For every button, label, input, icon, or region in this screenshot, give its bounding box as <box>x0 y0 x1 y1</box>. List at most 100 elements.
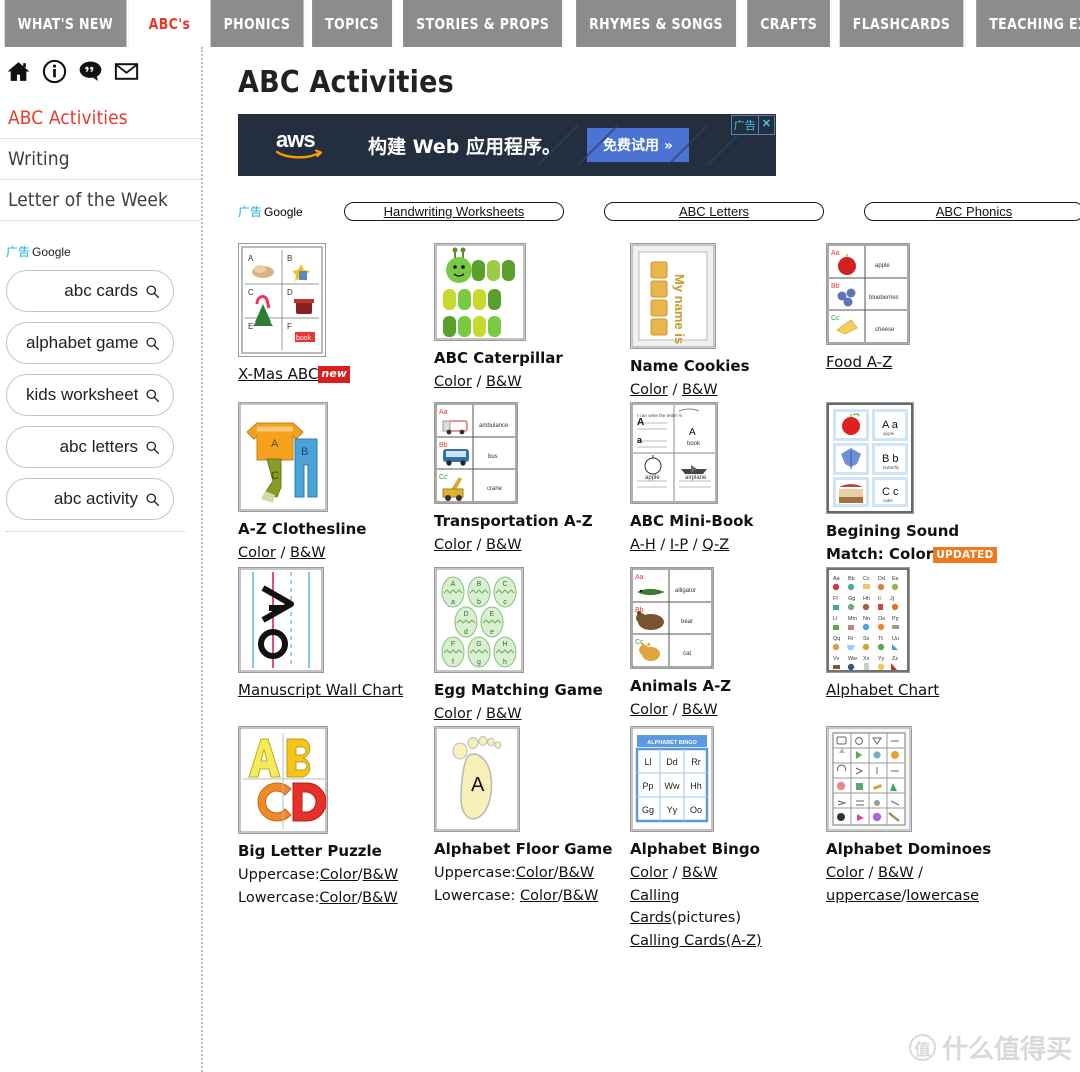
transportation-az-thumbnail[interactable]: Aa Bb Cc ambulance bus crane <box>434 401 518 504</box>
activity-card-egg-matching-game: A B Ca b c D Ed e F G Hf g h Egg Matching Game Color /… <box>434 567 630 726</box>
activity-title: Alphabet Floor Game <box>434 839 613 858</box>
activity-link-line: Color / B&W <box>434 706 522 723</box>
home-icon[interactable] <box>6 59 31 84</box>
activity-title[interactable]: X-Mas ABC new <box>238 364 428 384</box>
activity-link-line: Color / B&W <box>630 865 718 882</box>
activity-link[interactable]: Color <box>516 865 554 881</box>
info-icon[interactable] <box>42 59 67 84</box>
activity-card-alphabet-chart: Aa Bb Cc Dd Ee Ff Gg Hh Ii Jj Ll Mm Nn Oo Pp Qq Rr Ss Tt Uu… <box>826 567 1022 726</box>
activity-link[interactable]: Color <box>826 865 864 881</box>
alphabet-bingo-thumbnail[interactable]: ALPHABET BINGO Ll Dd Rr Pp Ww Hh Gg Yy Oo <box>630 725 714 832</box>
activity-link-line: Calling <box>630 885 820 907</box>
activity-link[interactable]: B&W <box>559 865 595 881</box>
svg-text:Aa: Aa <box>439 409 448 416</box>
svg-text:crane: crane <box>487 486 503 492</box>
ad-pill-abc-letters[interactable]: ABC Letters <box>604 202 824 221</box>
sidebar-item-letter-of-the-week[interactable]: Letter of the Week <box>0 180 201 221</box>
activity-link[interactable]: Q-Z <box>702 537 729 553</box>
search-pill-kids-worksheet[interactable]: kids worksheet <box>6 374 174 416</box>
tab-flashcards[interactable]: FLASHCARDS <box>840 0 966 47</box>
activity-link[interactable]: B&W <box>486 537 522 553</box>
tab-rhymes-songs[interactable]: RHYMES & SONGS <box>576 0 739 47</box>
tab-phonics[interactable]: PHONICS <box>210 0 306 47</box>
sidebar-item-writing[interactable]: Writing <box>0 139 201 180</box>
search-pill-abc-letters[interactable]: abc letters <box>6 426 174 468</box>
activity-link[interactable]: Color <box>520 888 558 904</box>
activity-link[interactable]: B&W <box>486 374 522 390</box>
alphabet-floor-game-thumbnail[interactable]: A <box>434 725 520 832</box>
activity-title[interactable]: Alphabet Chart <box>826 680 1016 700</box>
activity-link[interactable]: B&W <box>878 865 914 881</box>
activity-link[interactable]: Color <box>434 374 472 390</box>
activity-link[interactable]: B&W <box>563 888 599 904</box>
search-pill-alphabet-game[interactable]: alphabet game <box>6 322 174 364</box>
egg-matching-game-thumbnail[interactable]: A B Ca b c D Ed e F G Hf g h <box>434 567 524 674</box>
activity-link[interactable]: B&W <box>682 702 718 718</box>
svg-text:cake: cake <box>883 498 893 503</box>
tab-crafts[interactable]: CRAFTS <box>747 0 833 47</box>
activity-link[interactable]: B&W <box>682 382 718 398</box>
aws-banner-ad[interactable]: aws 构建 Web 应用程序。 免费试用 » 广告 ✕ <box>238 114 776 176</box>
activity-link[interactable]: Color <box>630 382 668 398</box>
xmas-abc-grid-thumbnail[interactable]: A B C D E Fbook <box>238 243 326 357</box>
activity-link[interactable]: Color <box>320 867 358 883</box>
abc-mini-book-thumbnail[interactable]: I can write the letter A! Aa Abook apple air… <box>630 401 718 504</box>
activity-link[interactable]: B&W <box>682 865 718 881</box>
manuscript-wall-chart-thumbnail[interactable] <box>238 567 324 674</box>
sidebar-divider <box>6 531 186 532</box>
alphabet-dominoes-thumbnail[interactable] <box>826 725 912 832</box>
activity-link[interactable]: lowercase <box>906 888 979 904</box>
tab-abc-s[interactable]: ABC's <box>135 0 205 47</box>
activity-link[interactable]: Cards <box>630 910 671 926</box>
svg-text:Dd: Dd <box>878 576 885 582</box>
ad-pill-abc-phonics[interactable]: ABC Phonics <box>864 202 1080 221</box>
begining-sound-match-thumbnail[interactable]: A a apple B b butterfly C c cake <box>826 401 914 514</box>
search-pill-abc-cards[interactable]: abc cards <box>6 270 174 312</box>
svg-text:Ll: Ll <box>833 616 837 622</box>
tab-teaching-extras[interactable]: TEACHING EXTRAS <box>976 0 1080 47</box>
svg-text:E: E <box>248 322 253 331</box>
activity-link[interactable]: B&W <box>290 545 326 561</box>
food-az-thumbnail[interactable]: Aa Bb Cc apple blueberries cheese <box>826 243 910 345</box>
activity-title[interactable]: Manuscript Wall Chart <box>238 680 428 700</box>
svg-text:Yy: Yy <box>667 805 678 815</box>
main-content: ABC Activities aws 构建 Web 应用程序。 免费试用 » 广… <box>203 47 1080 1072</box>
az-clothesline-thumbnail[interactable]: A B C <box>238 401 328 512</box>
mail-icon[interactable] <box>114 59 139 84</box>
activity-grid: A B C D E Fbook X-Mas ABC new ABC Caterpillar Col… <box>238 243 1080 952</box>
svg-text:Tt: Tt <box>878 636 883 642</box>
activity-card-abc-mini-book: I can write the letter A! Aa Abook apple air… <box>630 401 826 568</box>
ad-pill-handwriting-worksheets[interactable]: Handwriting Worksheets <box>344 202 564 221</box>
activity-link[interactable]: Calling Cards(A-Z) <box>630 933 762 949</box>
activity-link[interactable]: Color <box>434 706 472 722</box>
activity-link[interactable]: A-H <box>630 537 656 553</box>
activity-link[interactable]: Color <box>434 537 472 553</box>
activity-link[interactable]: I-P <box>670 537 688 553</box>
name-cookies-thumbnail[interactable]: My name is <box>630 243 716 349</box>
activity-link[interactable]: Color <box>630 702 668 718</box>
sidebar-item-abc-activities[interactable]: ABC Activities <box>0 98 201 139</box>
search-pill-abc-activity[interactable]: abc activity <box>6 478 174 520</box>
animals-az-thumbnail[interactable]: Aa Bb Cc alligator bear cat <box>630 567 714 670</box>
activity-title[interactable]: Food A-Z <box>826 352 1016 372</box>
activity-link[interactable]: Color <box>889 545 933 563</box>
alphabet-chart-thumbnail[interactable]: Aa Bb Cc Dd Ee Ff Gg Hh Ii Jj Ll Mm Nn Oo Pp Qq Rr Ss Tt Uu… <box>826 567 910 674</box>
activity-link[interactable]: Color <box>238 545 276 561</box>
activity-link[interactable]: Color <box>630 865 668 881</box>
activity-link[interactable]: Color <box>319 890 357 906</box>
comment-icon[interactable] <box>78 59 103 84</box>
activity-link[interactable]: B&W <box>363 867 399 883</box>
activity-link[interactable]: B&W <box>362 890 398 906</box>
tab-topics[interactable]: TOPICS <box>312 0 394 47</box>
close-icon[interactable]: ✕ <box>757 116 774 134</box>
activity-link[interactable]: B&W <box>486 706 522 722</box>
tab-stories-props[interactable]: STORIES & PROPS <box>403 0 565 47</box>
activity-link[interactable]: Calling <box>630 888 680 904</box>
activity-link[interactable]: uppercase <box>826 888 902 904</box>
sidebar-links: ABC Activities Writing Letter of the Week <box>0 98 201 221</box>
sidebar-search-pills: abc cards alphabet game kids worksheet abc … <box>6 270 201 520</box>
tab-what-s-new[interactable]: WHAT'S NEW <box>4 0 128 47</box>
abc-caterpillar-thumbnail[interactable] <box>434 243 526 341</box>
svg-text:Rr: Rr <box>848 636 854 642</box>
big-letter-puzzle-thumbnail[interactable] <box>238 725 328 834</box>
